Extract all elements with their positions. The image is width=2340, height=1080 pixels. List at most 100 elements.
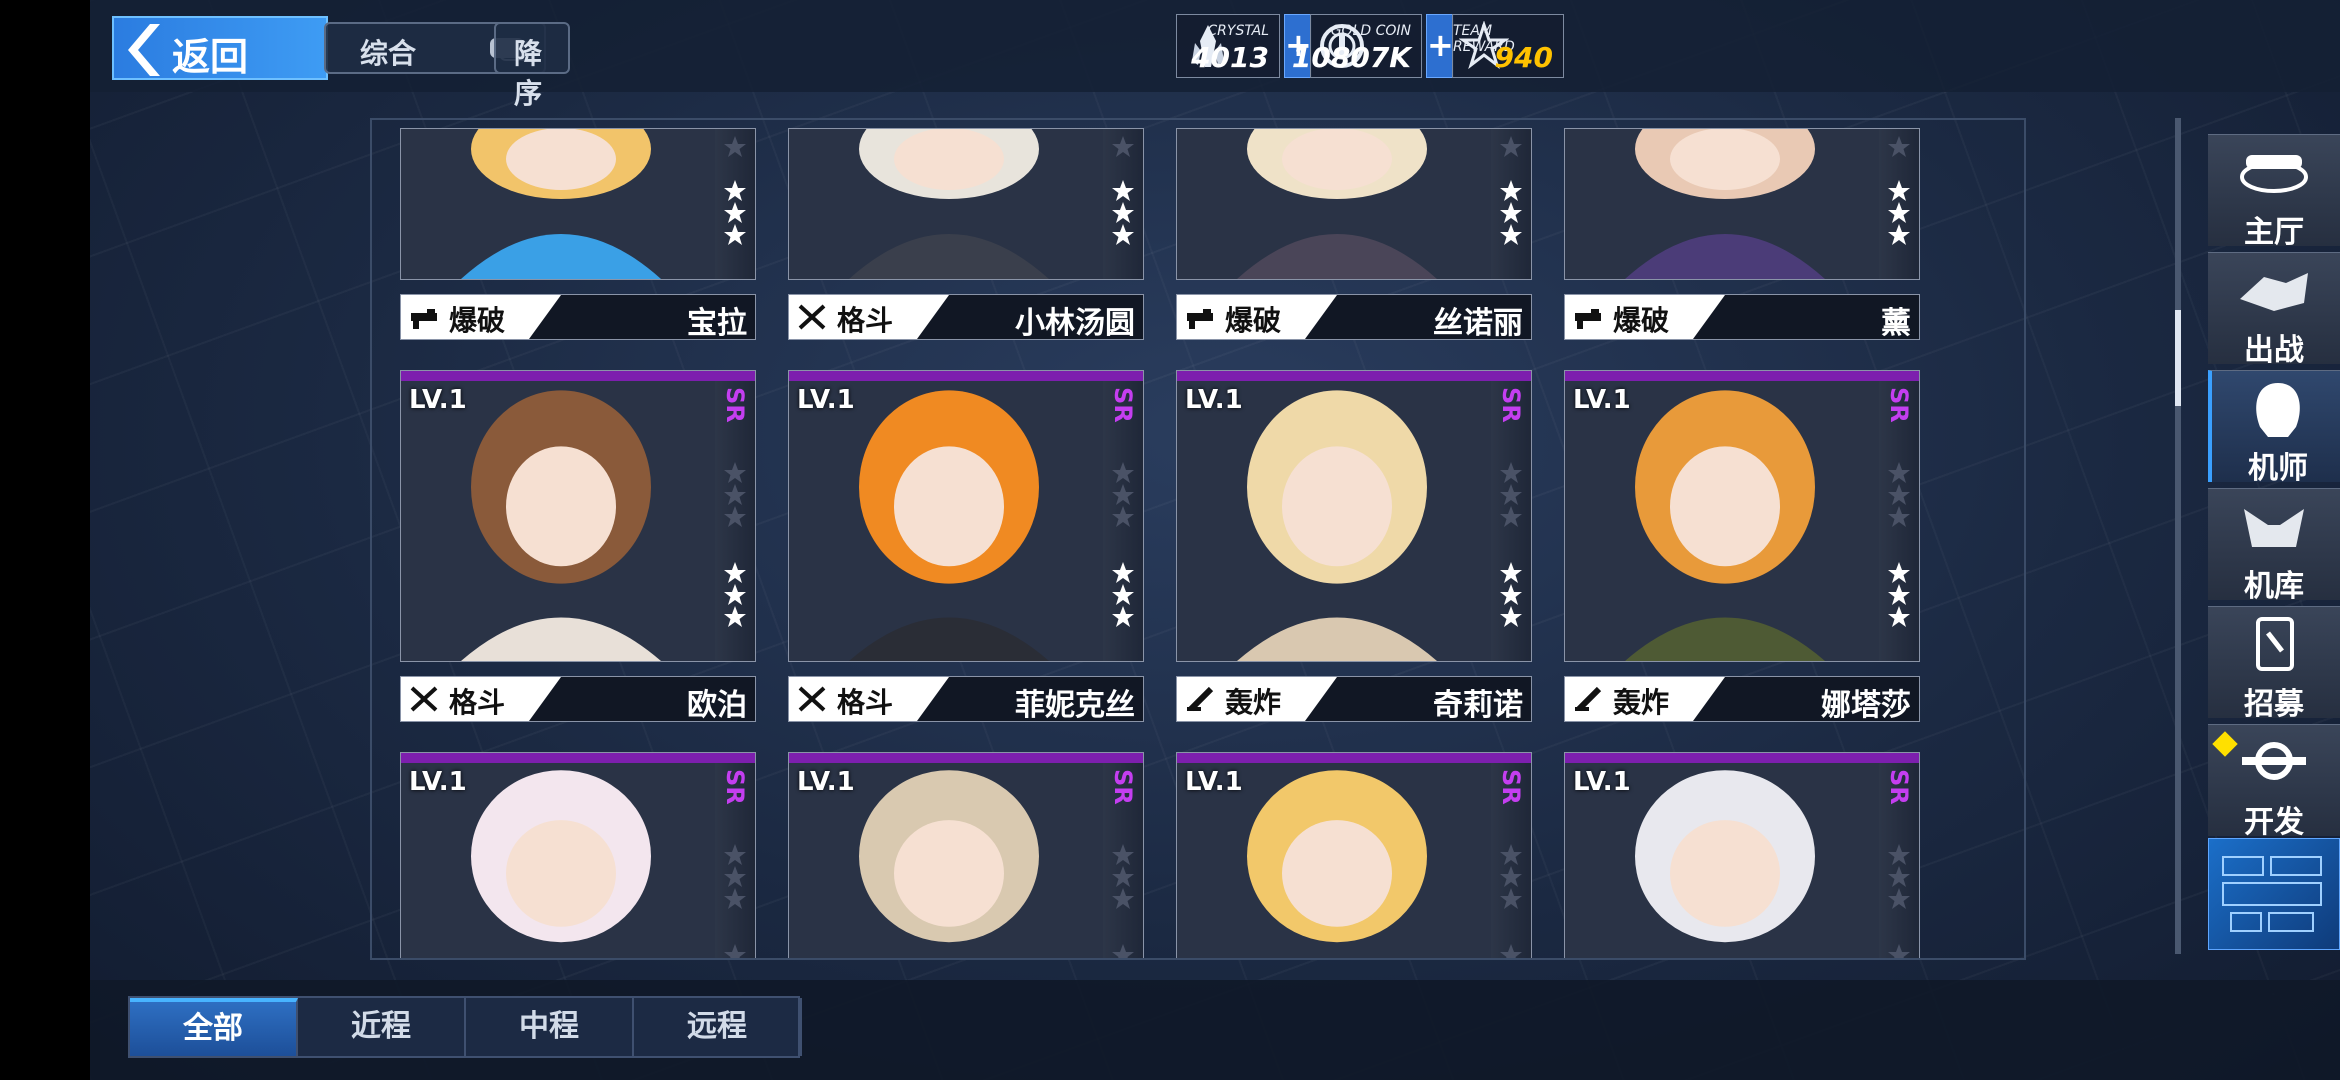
pilot-portrait: LV.1 SR [1564,752,1920,958]
level-label: LV.1 [797,385,855,415]
class-label: 格斗 [449,686,506,719]
filter-tab[interactable]: 中程 [466,998,634,1056]
gold-coin-counter: GOLD COIN 10807K [1292,14,1422,78]
pilot-name: 娜塔莎 [1821,688,1911,723]
top-bar: 返回 综合 降序 CRYSTAL 4013 + GOLD COIN 10807K… [90,0,2340,110]
map-icon [2222,856,2322,932]
star-filled-icon [1500,180,1522,201]
pilot-portrait [1564,128,1920,280]
pilot-namebar: 爆破 宝拉 [400,294,756,341]
pilot-art [401,129,715,279]
level-label: LV.1 [1573,767,1631,797]
rarity-badge: SR [721,769,749,805]
level-label: LV.1 [797,767,855,797]
star-filled-icon [1500,224,1522,245]
filter-tab[interactable]: 远程 [634,998,802,1056]
nav-item[interactable]: 招募 [2208,606,2340,722]
hall-icon [2240,155,2308,193]
star-empty-icon [1888,888,1910,909]
star-empty-icon [1500,484,1522,505]
recruit-icon [2256,617,2294,671]
class-tag: 轰炸 [1565,677,1725,721]
pilot-namebar: 格斗 欧泊 [400,676,756,723]
star-filled-icon [724,584,746,605]
pilot-name: 薰 [1881,306,1911,341]
star-filled-icon [1888,224,1910,245]
class-tag: 爆破 [1565,295,1725,339]
star-empty-icon [1888,944,1910,958]
rarity-badge: SR [1109,387,1137,423]
pilot-card[interactable]: LV.1 SR [1564,752,1920,958]
pilot-name: 宝拉 [687,306,747,341]
pilot-card[interactable]: 爆破 薰 [1564,128,1920,348]
class-label: 爆破 [1225,304,1282,337]
class-tag: 爆破 [401,295,561,339]
scrollbar-thumb[interactable] [2175,310,2181,406]
develop-icon [2242,742,2306,780]
nav-item[interactable]: 主厅 [2208,134,2340,250]
pilot-name: 小林汤圆 [1015,306,1135,341]
gold-coin-label: GOLD COIN [1330,23,1411,39]
class-label: 格斗 [837,304,894,337]
hangar-icon [2244,509,2304,547]
filter-tab[interactable]: 全部 [130,998,298,1056]
pilot-art [1177,129,1491,279]
nav-item[interactable]: 开发 [2208,724,2340,840]
range-filter-tabs: 全部 近程 中程 远程 [128,996,802,1058]
team-reward-value: 940 [1494,41,1553,74]
rarity-stripe [1565,371,1919,381]
class-tag: 格斗 [789,677,949,721]
nav-item[interactable]: 出战 [2208,252,2340,368]
star-empty-icon [724,136,746,157]
pilot-card[interactable]: LV.1 SR [1176,752,1532,958]
class-label: 轰炸 [1225,686,1282,719]
star-filled-icon [1888,202,1910,223]
star-empty-icon [724,844,746,865]
pilot-icon [2256,383,2300,437]
rarity-badge: SR [1109,769,1137,805]
blaster-icon [1575,309,1601,329]
star-filled-icon [724,224,746,245]
order-button[interactable]: 降序 [494,22,570,110]
pilot-portrait: LV.1 SR [400,370,756,662]
level-label: LV.1 [409,767,467,797]
star-filled-icon [1888,562,1910,583]
nav-item[interactable]: 机师 [2208,370,2340,486]
star-empty-icon [1888,136,1910,157]
minimap-thumbnail[interactable] [2208,838,2340,950]
add-gold-button[interactable]: + [1426,14,1454,78]
pilot-card[interactable]: 爆破 宝拉 [400,128,756,348]
pilot-card[interactable]: LV.1 SR [788,752,1144,958]
class-label: 格斗 [837,686,894,719]
back-button[interactable]: 返回 [112,16,328,80]
class-label: 爆破 [449,304,506,337]
team-reward-counter[interactable]: TEAM REWARD 940 [1452,14,1564,78]
nav-item[interactable]: 机库 [2208,488,2340,604]
scrollbar-track[interactable] [2175,118,2181,954]
pilot-namebar: 轰炸 奇莉诺 [1176,676,1532,723]
pilot-card[interactable]: 爆破 丝诺丽 [1176,128,1532,348]
nav-label: 主厅 [2244,215,2304,250]
pilot-namebar: 爆破 丝诺丽 [1176,294,1532,341]
pilot-name: 菲妮克丝 [1015,688,1135,723]
order-label: 降序 [514,37,543,110]
pilot-card[interactable]: LV.1 SR [400,752,756,958]
mortar-icon [1575,686,1602,712]
star-empty-icon [724,506,746,527]
level-label: LV.1 [1185,385,1243,415]
star-filled-icon [1500,606,1522,627]
star-filled-icon [1112,606,1134,627]
star-filled-icon [1112,202,1134,223]
star-empty-icon [1112,866,1134,887]
pilot-portrait: LV.1 SR [400,752,756,958]
pilot-card[interactable]: 格斗 小林汤圆 [788,128,1144,348]
pilot-namebar: 爆破 薰 [1564,294,1920,341]
sortie-icon [2240,273,2308,311]
star-empty-icon [1112,462,1134,483]
star-empty-icon [1500,888,1522,909]
filter-tab[interactable]: 近程 [298,998,466,1056]
star-empty-icon [1500,462,1522,483]
star-filled-icon [1888,584,1910,605]
nav-label: 招募 [2244,687,2304,722]
pilot-grid: 爆破 宝拉 格斗 小林汤圆 爆破 丝诺丽 爆破 薰 LV.1 SR 格斗 欧泊 … [370,118,2026,960]
